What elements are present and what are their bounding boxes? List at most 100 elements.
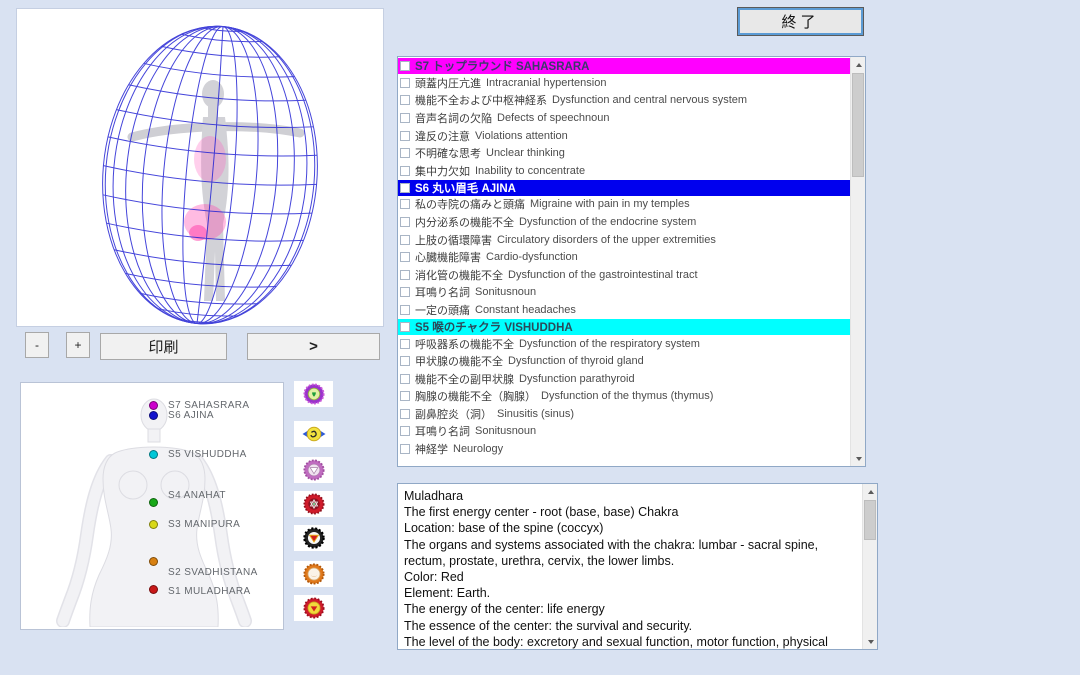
- checkbox[interactable]: [400, 426, 410, 436]
- symptom-row[interactable]: 違反の注意Violations attention: [398, 127, 850, 145]
- symptom-row[interactable]: 消化管の機能不全Dysfunction of the gastrointesti…: [398, 266, 850, 284]
- symptom-label-jp: 耳鳴り名詞: [415, 423, 470, 439]
- ajina-icon[interactable]: [294, 421, 333, 447]
- symptom-row[interactable]: 機能不全および中枢神経系Dysfunction and central nerv…: [398, 92, 850, 110]
- muladhara-icon[interactable]: [294, 595, 333, 621]
- checkbox[interactable]: [400, 95, 410, 105]
- zoom-in-button[interactable]: +: [66, 332, 90, 358]
- symptom-row[interactable]: 私の寺院の痛みと頭痛 Migraine with pain in my templ…: [398, 196, 850, 214]
- symptom-row[interactable]: 耳鳴り名詞Sonitusnoun: [398, 284, 850, 302]
- symptom-label-jp: 違反の注意: [415, 128, 470, 144]
- symptom-label-jp: 呼吸器系の機能不全: [415, 336, 514, 352]
- scroll-down-icon[interactable]: [851, 451, 866, 466]
- symptom-list-scrollbar[interactable]: [850, 57, 865, 466]
- symptom-row[interactable]: 集中力欠如Inability to concentrate: [398, 162, 850, 180]
- checkbox[interactable]: [400, 183, 410, 193]
- next-button[interactable]: >: [247, 333, 380, 360]
- human-figure: [132, 80, 300, 301]
- scroll-up-icon[interactable]: [851, 57, 866, 72]
- symptom-row[interactable]: 副鼻腔炎（洞） Sinusitis (sinus): [398, 405, 850, 423]
- anahat-icon[interactable]: [294, 491, 333, 517]
- section-header[interactable]: S7 トップラウンド SAHASRARA: [398, 58, 850, 74]
- checkbox[interactable]: [400, 78, 410, 88]
- chakra-legend-label: S4 ANAHAT: [168, 490, 226, 501]
- checkbox[interactable]: [400, 166, 410, 176]
- symptom-label-en: Sinusitis (sinus): [497, 408, 574, 420]
- symptom-row[interactable]: 上肢の循環障害Circulatory disorders of the uppe…: [398, 231, 850, 249]
- svadhistana-icon[interactable]: [294, 561, 333, 587]
- checkbox[interactable]: [400, 270, 410, 280]
- zoom-out-button[interactable]: -: [25, 332, 49, 358]
- symptom-row[interactable]: 内分泌系の機能不全Dysfunction of the endocrine sy…: [398, 213, 850, 231]
- checkbox[interactable]: [400, 235, 410, 245]
- symptom-row[interactable]: 音声名詞の欠陥Defects of speechnoun: [398, 109, 850, 127]
- checkbox[interactable]: [400, 322, 410, 332]
- symptom-label-en: Constant headaches: [475, 304, 576, 316]
- symptom-label-jp: 頭蓋内圧亢進: [415, 75, 481, 91]
- symptom-row[interactable]: 一定の頭痛Constant headaches: [398, 301, 850, 319]
- symptom-row[interactable]: 胸腺の機能不全（胸腺）Dysfunction of the thymus (th…: [398, 388, 850, 406]
- symptom-label-en: Inability to concentrate: [475, 165, 585, 177]
- checkbox[interactable]: [400, 339, 410, 349]
- symptom-label-en: Dysfunction of the gastrointestinal trac…: [508, 269, 698, 281]
- sahasrara-icon[interactable]: [294, 381, 333, 407]
- symptom-row[interactable]: 不明確な思考 Unclear thinking: [398, 144, 850, 162]
- chakra-dot-s1: [149, 585, 158, 594]
- symptom-row[interactable]: 頭蓋内圧亢進 Intracranial hypertension: [398, 74, 850, 92]
- section-header[interactable]: S6 丸い眉毛 AJINA: [398, 180, 850, 196]
- symptom-row[interactable]: 呼吸器系の機能不全Dysfunction of the respiratory …: [398, 335, 850, 353]
- scroll-down-icon[interactable]: [863, 634, 878, 649]
- symptom-row[interactable]: 機能不全の副甲状腺Dysfunction parathyroid: [398, 370, 850, 388]
- checkbox[interactable]: [400, 356, 410, 366]
- chakra-dot-s3: [149, 520, 158, 529]
- checkbox[interactable]: [400, 409, 410, 419]
- symptom-label-en: Migraine with pain in my temples: [530, 198, 690, 210]
- aura-wireframe-panel: [16, 8, 384, 327]
- checkbox[interactable]: [400, 252, 410, 262]
- scrollbar-thumb[interactable]: [852, 73, 864, 177]
- chakra-dot-s6: [149, 411, 158, 420]
- checkbox[interactable]: [400, 305, 410, 315]
- exit-button[interactable]: 終了: [737, 7, 864, 36]
- chakra-dot-s7: [149, 401, 158, 410]
- checkbox[interactable]: [400, 444, 410, 454]
- checkbox[interactable]: [400, 391, 410, 401]
- symptom-label-jp: 内分泌系の機能不全: [415, 214, 514, 230]
- symptom-label-en: Dysfunction parathyroid: [519, 373, 635, 385]
- checkbox[interactable]: [400, 199, 410, 209]
- chakra-legend-label: S6 AJINA: [168, 410, 214, 421]
- symptom-label-jp: 不明確な思考: [415, 145, 481, 161]
- description-scrollbar[interactable]: [862, 484, 877, 649]
- vishuddha-icon[interactable]: [294, 457, 333, 483]
- description-line: Location: base of the spine (coccyx): [404, 520, 857, 536]
- manipura-icon[interactable]: [294, 525, 333, 551]
- checkbox[interactable]: [400, 113, 410, 123]
- symptom-label-jp: 私の寺院の痛みと頭痛: [415, 196, 525, 212]
- chakra-legend-label: S1 MULADHARA: [168, 586, 251, 597]
- checkbox[interactable]: [400, 217, 410, 227]
- print-button[interactable]: 印刷: [100, 333, 227, 360]
- symptom-label-en: Unclear thinking: [486, 147, 565, 159]
- checkbox[interactable]: [400, 61, 410, 71]
- chakra-body-panel: S7 SAHASRARAS6 AJINAS5 VISHUDDHAS4 ANAHA…: [20, 382, 284, 630]
- section-header[interactable]: S5 喉のチャクラ VISHUDDHA: [398, 319, 850, 335]
- symptom-row[interactable]: 甲状腺の機能不全Dysfunction of thyroid gland: [398, 352, 850, 370]
- symptom-label-en: Intracranial hypertension: [486, 77, 606, 89]
- symptom-label-jp: 副鼻腔炎（洞）: [415, 406, 492, 422]
- checkbox[interactable]: [400, 131, 410, 141]
- checkbox[interactable]: [400, 374, 410, 384]
- symptom-row[interactable]: 心臓機能障害Cardio-dysfunction: [398, 248, 850, 266]
- scrollbar-thumb[interactable]: [864, 500, 876, 540]
- symptom-row[interactable]: 神経学Neurology: [398, 440, 850, 458]
- chakra-description-text: MuladharaThe first energy center - root …: [404, 488, 857, 649]
- description-line: The level of the body: excretory and sex…: [404, 634, 857, 649]
- checkbox[interactable]: [400, 287, 410, 297]
- symptom-label-jp: 胸腺の機能不全（胸腺）: [415, 388, 536, 404]
- chakra-legend-label: S2 SVADHISTANA: [168, 567, 258, 578]
- chakra-dot-s2: [149, 557, 158, 566]
- chakra-description-panel: MuladharaThe first energy center - root …: [397, 483, 878, 650]
- checkbox[interactable]: [400, 148, 410, 158]
- symptom-row[interactable]: 耳鳴り名詞Sonitusnoun: [398, 423, 850, 441]
- scroll-up-icon[interactable]: [863, 484, 878, 499]
- description-line: Muladhara: [404, 488, 857, 504]
